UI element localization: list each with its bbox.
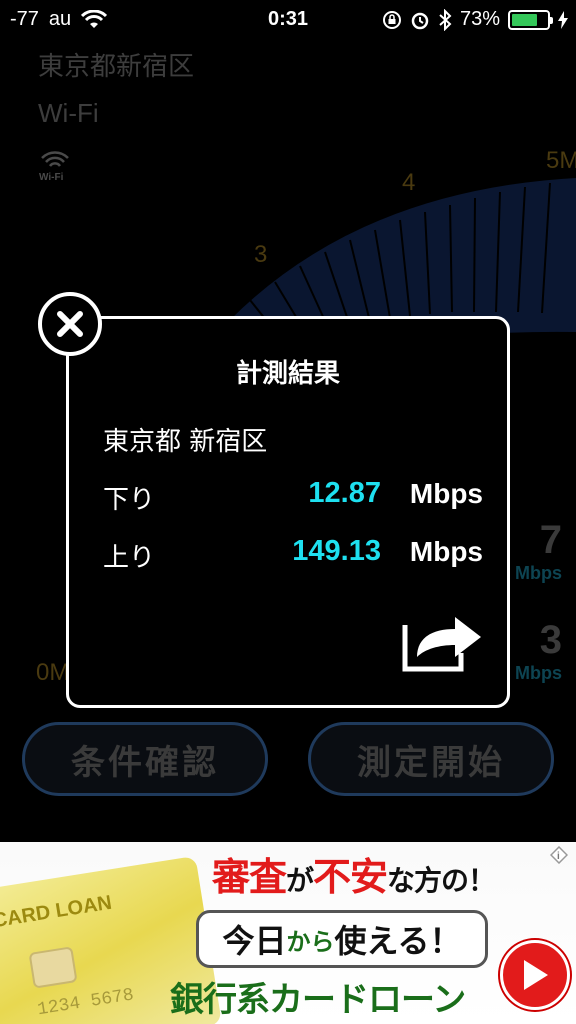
upload-label: 上り xyxy=(103,543,156,573)
gauge-label-4: 4 xyxy=(402,169,415,196)
modal-title: 計測結果 xyxy=(235,359,340,389)
download-value: 12.87 xyxy=(308,477,381,509)
ad-sub-a: 今日 xyxy=(222,922,287,960)
ad-headline-c: 不安 xyxy=(313,855,388,899)
svg-text:i: i xyxy=(557,851,560,862)
share-icon[interactable] xyxy=(401,607,485,673)
upload-value: 149.13 xyxy=(292,535,381,567)
modal-location: 東京都 新宿区 xyxy=(103,427,268,457)
bluetooth-icon xyxy=(439,8,452,31)
download-unit: Mbps xyxy=(409,478,483,509)
card-chip-icon xyxy=(28,946,78,989)
ad-subheadline: 今日 から 使える！ xyxy=(196,910,488,968)
ad-card-number: 1234 5678 xyxy=(36,985,136,1021)
upload-unit: Mbps xyxy=(409,536,483,567)
download-row: 下り 12.87 Mbps xyxy=(103,477,483,519)
ad-headline: 審査が不安な方の！ xyxy=(212,846,496,901)
ad-sub-c: 使える！ xyxy=(334,922,462,960)
ad-tagline: 銀行系カードローン xyxy=(170,980,466,1020)
status-bar: -77 au 0:31 73% xyxy=(0,0,576,40)
battery-icon xyxy=(508,9,553,30)
bg-location-label: 東京都新宿区 xyxy=(38,52,195,82)
bg-download-unit: Mbps xyxy=(515,563,562,583)
result-modal: 計測結果 東京都 新宿区 下り 12.87 Mbps 上り 149.13 Mbp… xyxy=(66,316,510,708)
charging-icon xyxy=(558,10,568,29)
close-icon xyxy=(57,311,83,337)
ad-card-text: CARD LOAN xyxy=(0,891,114,933)
battery-percent: 73% xyxy=(459,8,500,30)
ad-info-icon[interactable]: i xyxy=(550,846,568,864)
ad-headline-b: が xyxy=(286,864,314,897)
bg-download-value: 7 xyxy=(539,518,562,562)
gauge-label-3: 3 xyxy=(254,241,267,268)
alarm-icon xyxy=(411,12,429,29)
download-label: 下り xyxy=(103,485,156,515)
bg-download-stat: 7 Mbps xyxy=(515,518,562,584)
ad-headline-d: な方の！ xyxy=(387,864,496,897)
gauge-label-0: 0M xyxy=(36,659,69,686)
ad-sub-b: から xyxy=(286,927,335,956)
gauge-label-5: 5M xyxy=(546,147,576,174)
bg-upload-stat: 3 Mbps xyxy=(515,618,562,684)
ad-headline-a: 審査 xyxy=(212,855,287,899)
bg-upload-unit: Mbps xyxy=(515,663,562,683)
close-button[interactable] xyxy=(38,292,102,356)
play-icon xyxy=(524,960,548,990)
rotation-lock-icon xyxy=(382,10,401,29)
start-measurement-button[interactable]: 測定開始 xyxy=(308,722,554,796)
bg-upload-value: 3 xyxy=(539,618,562,662)
status-right: 73% xyxy=(382,8,568,31)
upload-row: 上り 149.13 Mbps xyxy=(103,535,483,577)
check-conditions-button[interactable]: 条件確認 xyxy=(22,722,268,796)
bg-network-type: Wi-Fi xyxy=(38,98,99,128)
ad-play-button[interactable] xyxy=(500,940,570,1010)
